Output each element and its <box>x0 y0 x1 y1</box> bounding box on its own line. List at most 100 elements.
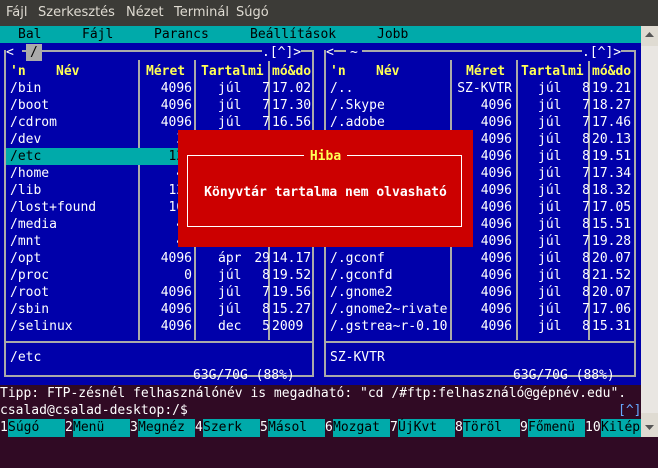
file-name: /opt <box>10 251 42 266</box>
right-panel-history[interactable]: .[^]> <box>582 44 622 61</box>
file-size: 4096 <box>480 115 512 130</box>
mc-menu-file[interactable]: Fájl <box>82 26 113 43</box>
file-month: júl <box>538 115 562 130</box>
fkey-label: ÚjKvt <box>398 419 455 437</box>
right-col-mod[interactable]: mó&do <box>592 63 631 80</box>
fkey-7[interactable]: 7 ÚjKvt <box>390 419 455 437</box>
file-day: 8 <box>582 132 590 147</box>
error-dialog-message: Könyvtár tartalma nem olvasható <box>204 185 447 200</box>
right-col-content[interactable]: Tartalmi <box>521 63 584 80</box>
file-month: júl <box>538 132 562 147</box>
file-time: 17.06 <box>592 302 632 317</box>
right-panel-status: SZ-KVTR <box>330 350 385 365</box>
file-row[interactable]: /opt 4096 ápr 29 14.17 <box>6 250 311 267</box>
fkey-3[interactable]: 3 Megnéz <box>130 419 195 437</box>
file-time: 19.56 <box>272 285 312 300</box>
file-month: júl <box>538 98 562 113</box>
scroll-down-arrow-icon[interactable] <box>645 423 654 432</box>
file-size: 4096 <box>480 217 512 232</box>
mc-menu-left[interactable]: Bal <box>18 26 41 43</box>
fkey-number: 6 <box>325 420 333 435</box>
file-size: 4096 <box>480 98 512 113</box>
file-month: ápr <box>218 251 242 266</box>
file-month: júl <box>538 166 562 181</box>
file-time: 17.46 <box>592 115 632 130</box>
file-row[interactable]: /.gnome2~rivate 4096 júl 7 17.06 <box>326 301 631 318</box>
fkey-label: Másol <box>268 419 325 437</box>
file-month: júl <box>538 285 562 300</box>
file-row[interactable]: /.gconfd 4096 júl 8 21.52 <box>326 267 631 284</box>
prompt-history-marker[interactable]: [^] <box>618 402 641 419</box>
file-month: júl <box>538 234 562 249</box>
file-day: 7 <box>582 166 590 181</box>
error-dialog-title: Hiba <box>178 148 473 165</box>
file-name: /.gnome2 <box>330 285 393 300</box>
menu-edit[interactable]: Szerkesztés <box>38 5 115 20</box>
fkey-2[interactable]: 2 Menü <box>65 419 130 437</box>
menu-file[interactable]: Fájl <box>6 5 27 20</box>
menu-terminal[interactable]: Terminál <box>174 5 229 20</box>
file-day: 7 <box>582 302 590 317</box>
file-day: 7 <box>582 98 590 113</box>
file-time: 17.05 <box>592 200 632 215</box>
fkey-8[interactable]: 8 Töröl <box>455 419 520 437</box>
shell-prompt[interactable]: csalad@csalad-desktop:/$ <box>0 402 641 419</box>
fkey-6[interactable]: 6 Mozgat <box>325 419 390 437</box>
right-panel-path[interactable]: ~ <box>346 44 362 61</box>
file-row[interactable]: /cdrom 4096 júl 7 16.56 <box>6 114 311 131</box>
file-day: 5 <box>262 319 270 334</box>
file-time: 19.28 <box>592 234 632 249</box>
left-sort-indicator: 'n <box>10 64 26 79</box>
file-name: /lib <box>10 183 42 198</box>
file-month: júl <box>538 183 562 198</box>
fkey-5[interactable]: 5 Másol <box>260 419 325 437</box>
file-row[interactable]: /.gstrea~r-0.10 4096 júl 8 15.31 <box>326 318 631 335</box>
file-row[interactable]: /.gconf 4096 júl 8 20.07 <box>326 250 631 267</box>
file-row[interactable]: /.gnome2 4096 júl 8 20.07 <box>326 284 631 301</box>
file-size: 4096 <box>480 183 512 198</box>
fkey-1[interactable]: 1 Súgó <box>0 419 65 437</box>
file-day: 8 <box>582 319 590 334</box>
right-col-size[interactable]: Méret <box>466 63 505 80</box>
file-name: /etc <box>10 149 42 164</box>
right-col-name[interactable]: Név <box>376 63 399 80</box>
left-panel-status-divider <box>4 341 314 343</box>
file-row[interactable]: /boot 4096 júl 7 17.30 <box>6 97 311 114</box>
file-month: júl <box>538 319 562 334</box>
mc-menu-options[interactable]: Beállítások <box>250 26 336 43</box>
file-day: 8 <box>582 81 590 96</box>
file-row[interactable]: /root 4096 júl 7 19.56 <box>6 284 311 301</box>
menu-help[interactable]: Súgó <box>236 5 269 20</box>
right-panel-right-border <box>634 50 636 377</box>
file-row[interactable]: /sbin 4096 júl 8 15.27 <box>6 301 311 318</box>
mc-menu-command[interactable]: Parancs <box>154 26 209 43</box>
left-panel-history[interactable]: .[^]> <box>262 44 302 61</box>
file-month: júl <box>218 81 242 96</box>
left-col-content[interactable]: Tartalmi <box>201 63 264 80</box>
file-name: /.adobe <box>330 115 385 130</box>
file-size: 4096 <box>480 268 512 283</box>
left-col-size[interactable]: Méret <box>146 63 185 80</box>
fkey-label: Mozgat <box>333 419 390 437</box>
left-panel-path[interactable]: / <box>26 44 42 61</box>
file-day: 8 <box>582 149 590 164</box>
file-name: /sbin <box>10 302 50 317</box>
file-row[interactable]: /.Skype 4096 júl 7 18.27 <box>326 97 631 114</box>
tip-line: Tipp: FTP-zésnél felhasználónév is megad… <box>0 385 641 402</box>
file-row[interactable]: /.. SZ-KVTR júl 8 19.21 <box>326 80 631 97</box>
scroll-up-arrow-icon[interactable] <box>645 30 654 39</box>
fkey-9[interactable]: 9 Főmenü <box>520 419 585 437</box>
fkey-4[interactable]: 4 Szerk <box>195 419 260 437</box>
file-row[interactable]: /.adobe 4096 júl 7 17.46 <box>326 114 631 131</box>
fkey-10[interactable]: 10 Kilép <box>585 419 641 437</box>
left-col-mod[interactable]: mó&do <box>272 63 311 80</box>
menu-view[interactable]: Nézet <box>126 5 164 20</box>
file-day: 8 <box>582 268 590 283</box>
file-row[interactable]: /bin 4096 júl 7 17.02 <box>6 80 311 97</box>
mc-menu-right[interactable]: Jobb <box>377 26 408 43</box>
file-row[interactable]: /selinux 4096 dec 5 2009 <box>6 318 306 335</box>
left-col-name[interactable]: Név <box>56 63 79 80</box>
file-row[interactable]: /proc 0 júl 8 19.52 <box>6 267 311 284</box>
error-dialog[interactable]: Hiba Könyvtár tartalma nem olvasható <box>178 130 473 247</box>
scrollbar-track[interactable] <box>641 46 658 413</box>
